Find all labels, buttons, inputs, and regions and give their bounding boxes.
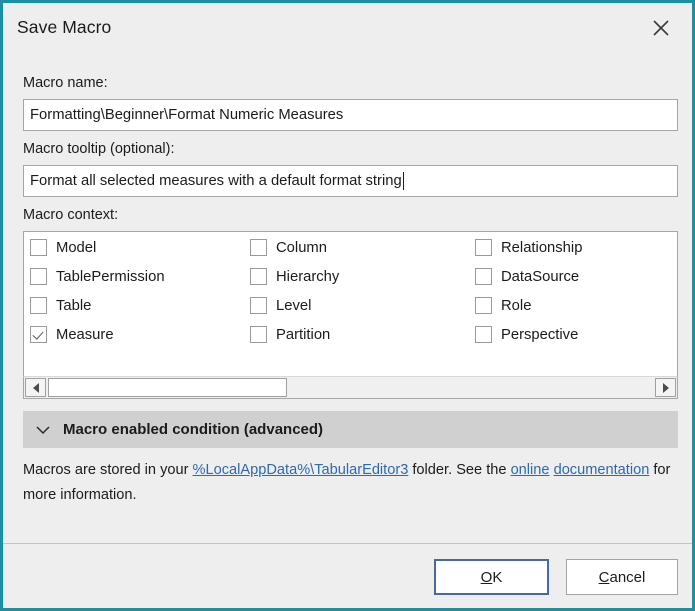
context-checkbox-role[interactable]: Role [475, 297, 531, 314]
macro-name-label: Macro name: [23, 75, 108, 91]
info-part-2: folder. See the [408, 462, 511, 478]
context-checkbox-label: Level [276, 297, 312, 314]
checkbox-box[interactable] [475, 326, 492, 343]
checkbox-box[interactable] [250, 268, 267, 285]
footer-separator [3, 543, 692, 544]
triangle-right-icon [662, 382, 669, 393]
ok-button[interactable]: OK [434, 559, 549, 595]
online-documentation-link-line2[interactable]: documentation [554, 462, 650, 478]
macro-enabled-condition-title: Macro enabled condition (advanced) [63, 421, 324, 438]
close-icon [651, 18, 671, 38]
macro-context-label: Macro context: [23, 207, 119, 223]
macro-name-input[interactable]: Formatting\Beginner\Format Numeric Measu… [23, 99, 678, 131]
context-checkbox-column[interactable]: Column [250, 239, 327, 256]
dialog-title: Save Macro [17, 17, 112, 37]
cancel-button[interactable]: Cancel [566, 559, 678, 595]
close-button[interactable] [642, 11, 680, 45]
context-checkbox-tablepermission[interactable]: TablePermission [30, 268, 165, 285]
cancel-accelerator: C [598, 568, 610, 586]
macro-tooltip-label: Macro tooltip (optional): [23, 141, 175, 157]
macro-tooltip-value: Format all selected measures with a defa… [30, 173, 402, 189]
checkbox-box[interactable] [475, 239, 492, 256]
context-checkbox-partition[interactable]: Partition [250, 326, 330, 343]
context-checkbox-label: Measure [56, 326, 114, 343]
context-checkbox-label: Partition [276, 326, 331, 343]
cancel-label-rest: ancel [609, 568, 646, 586]
context-checkbox-datasource[interactable]: DataSource [475, 268, 579, 285]
context-checkbox-label: Hierarchy [276, 268, 340, 285]
context-checkbox-label: Column [276, 239, 327, 256]
checkbox-box[interactable] [30, 239, 47, 256]
macro-context-panel: Model TablePermission Table Measure Column Hi… [23, 231, 678, 376]
context-checkbox-label: Model [56, 239, 97, 256]
context-checkbox-level[interactable]: Level [250, 297, 311, 314]
scroll-right-button[interactable] [655, 378, 676, 397]
title-bar: Save Macro [3, 3, 692, 55]
storage-info-text: Macros are stored in your %LocalAppData%… [23, 458, 673, 508]
checkbox-box[interactable] [475, 268, 492, 285]
ok-accelerator: O [480, 568, 493, 586]
checkbox-box[interactable] [250, 297, 267, 314]
context-checkbox-perspective[interactable]: Perspective [475, 326, 578, 343]
chevron-down-icon [35, 424, 51, 436]
context-checkbox-label: Role [501, 297, 532, 314]
localappdata-link[interactable]: %LocalAppData%\TabularEditor3 [193, 462, 409, 478]
info-part-1: Macros are stored in your [23, 462, 193, 478]
context-checkbox-hierarchy[interactable]: Hierarchy [250, 268, 339, 285]
checkbox-box[interactable] [250, 326, 267, 343]
scroll-left-button[interactable] [25, 378, 46, 397]
checkbox-box[interactable] [30, 297, 47, 314]
ok-label-rest: K [492, 568, 503, 586]
checkbox-box[interactable] [475, 297, 492, 314]
macro-name-value: Formatting\Beginner\Format Numeric Measu… [30, 107, 344, 123]
context-checkbox-label: Perspective [501, 326, 579, 343]
context-checkbox-relationship[interactable]: Relationship [475, 239, 582, 256]
context-checkbox-table[interactable]: Table [30, 297, 91, 314]
checkbox-box[interactable] [30, 268, 47, 285]
context-checkbox-label: Table [56, 297, 92, 314]
context-checkbox-measure[interactable]: Measure [30, 326, 114, 343]
context-horizontal-scrollbar[interactable] [23, 376, 678, 399]
checkbox-box[interactable] [250, 239, 267, 256]
context-checkbox-model[interactable]: Model [30, 239, 96, 256]
context-checkbox-label: DataSource [501, 268, 580, 285]
scrollbar-thumb[interactable] [48, 378, 287, 397]
checkmark-icon[interactable] [30, 326, 47, 343]
triangle-left-icon [32, 382, 39, 393]
context-checkbox-label: TablePermission [56, 268, 165, 285]
context-checkbox-label: Relationship [501, 239, 583, 256]
macro-enabled-condition-section[interactable]: Macro enabled condition (advanced) [23, 411, 678, 448]
text-caret [402, 172, 404, 190]
macro-tooltip-input[interactable]: Format all selected measures with a defa… [23, 165, 678, 197]
online-documentation-link-line1[interactable]: online [511, 462, 550, 478]
save-macro-dialog: Save Macro Macro name: Formatting\Beginn… [0, 0, 695, 611]
